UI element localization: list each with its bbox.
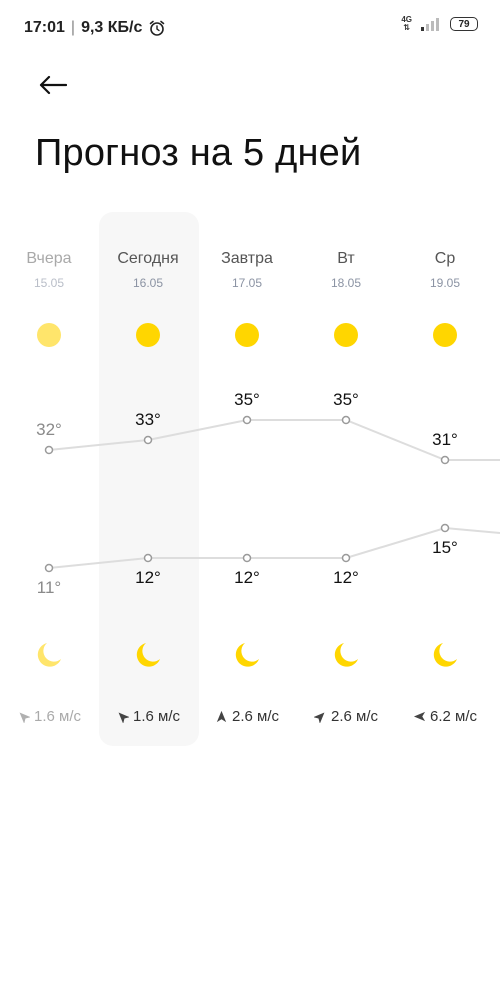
high-temp-point [242, 415, 252, 425]
moon-icon [334, 643, 358, 667]
day-column[interactable]: Ср 19.05 [395, 250, 495, 290]
wind-speed: 1.6 м/с [133, 708, 180, 725]
low-temp-point [242, 553, 252, 563]
day-date: 16.05 [132, 276, 164, 290]
data-arrows-icon: ⇅ [403, 23, 411, 32]
wind-direction-icon [118, 712, 129, 723]
day-name: Вт [337, 250, 355, 267]
wind-speed: 2.6 м/с [331, 708, 378, 725]
status-right: 4G ⇅ 79 [401, 16, 478, 32]
day-name: Ср [434, 250, 456, 267]
low-temp-label: 11° [36, 578, 62, 597]
low-temp-point [440, 523, 450, 533]
high-temp-label: 35° [333, 390, 359, 409]
moon-icon [235, 643, 259, 667]
day-column[interactable]: Завтра 17.05 [197, 250, 297, 290]
wind-speed: 1.6 м/с [34, 708, 81, 725]
high-temp-point [341, 415, 351, 425]
wind-speed: 6.2 м/с [430, 708, 477, 725]
wind-direction-icon [216, 710, 227, 723]
status-data-rate: 9,3 КБ/с [81, 19, 143, 36]
high-temp-label: 33° [135, 410, 161, 429]
moon-icon [37, 643, 61, 667]
network-indicator: 4G ⇅ [401, 16, 412, 32]
day-column[interactable]: Вт 18.05 [296, 250, 396, 290]
day-date: 15.05 [33, 276, 65, 290]
day-name: Вчера [26, 250, 72, 267]
day-date: 17.05 [231, 276, 263, 290]
status-left: 17:01 | 9,3 КБ/с [24, 19, 166, 37]
battery-icon: 79 [450, 17, 478, 31]
moon-icon [136, 643, 160, 667]
page-title: Прогноз на 5 дней [35, 132, 362, 174]
low-temp-label: 12° [234, 568, 260, 587]
wind-direction-icon [314, 712, 325, 723]
low-temp-label: 15° [432, 538, 458, 557]
wind-speed: 2.6 м/с [232, 708, 279, 725]
sun-icon [136, 323, 160, 347]
low-temp-point [341, 553, 351, 563]
status-bar: 17:01 | 9,3 КБ/с 4G ⇅ 79 [0, 0, 500, 60]
wind-info: 1.6 м/с [98, 708, 198, 725]
day-date: 18.05 [330, 276, 362, 290]
high-temp-point [440, 455, 450, 465]
day-name: Сегодня [117, 250, 179, 267]
low-temp-point [44, 563, 54, 573]
sun-icon [235, 323, 259, 347]
wind-info: 1.6 м/с [0, 708, 99, 725]
back-button[interactable] [32, 64, 74, 106]
sun-icon [37, 323, 61, 347]
battery-level: 79 [458, 18, 470, 30]
sun-icon [433, 323, 457, 347]
low-temp-label: 12° [333, 568, 359, 587]
wind-info: 6.2 м/с [395, 708, 495, 725]
sun-icon [334, 323, 358, 347]
high-temp-point [44, 445, 54, 455]
signal-icon [421, 18, 439, 31]
day-date: 19.05 [429, 276, 461, 290]
low-temp-label: 12° [135, 568, 161, 587]
moon-icon [433, 643, 457, 667]
arrow-left-icon [39, 75, 67, 95]
day-column[interactable]: Вчера 15.05 [0, 250, 99, 290]
high-temp-label: 31° [432, 430, 458, 449]
high-temp-label: 35° [234, 390, 260, 409]
wind-direction-icon [413, 711, 426, 722]
status-separator: | [70, 19, 76, 36]
wind-direction-icon [19, 712, 30, 723]
wind-info: 2.6 м/с [296, 708, 396, 725]
day-name: Завтра [221, 250, 273, 267]
status-time: 17:01 [24, 19, 65, 36]
day-column[interactable]: Сегодня 16.05 [98, 250, 198, 290]
high-temp-label: 32° [36, 420, 62, 439]
wind-info: 2.6 м/с [197, 708, 297, 725]
alarm-icon [150, 20, 165, 36]
